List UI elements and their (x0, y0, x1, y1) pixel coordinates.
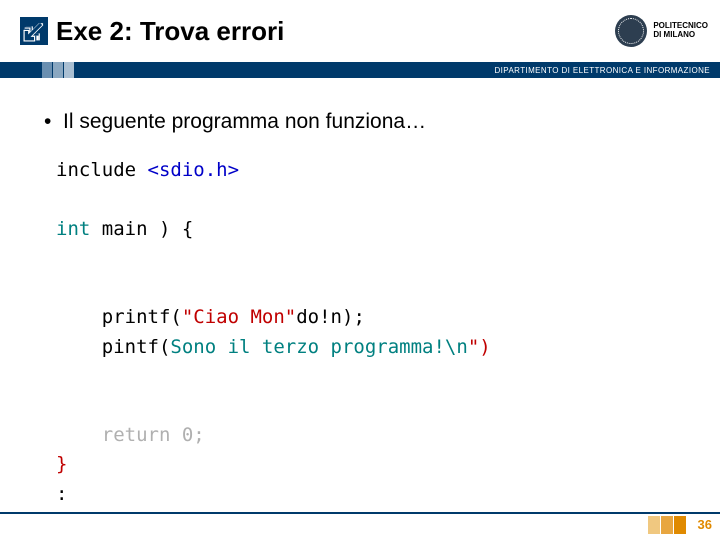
code-l2d: { (170, 218, 193, 240)
code-l4a: pintf( (56, 336, 170, 358)
footer-decor-icon (648, 516, 686, 534)
arrow-down-left-icon (20, 17, 48, 45)
code-l1b: <sdio.h> (148, 159, 240, 181)
code-l4c: ") (468, 336, 491, 358)
code-l5c: ; (193, 424, 204, 446)
university-logo: POLITECNICO DI MILANO (615, 15, 708, 47)
code-l1a: include (56, 159, 148, 181)
code-l3c: do!n (296, 306, 342, 328)
code-l3b: "Ciao Mon" (182, 306, 296, 328)
slide-header: Exe 2: Trova errori POLITECNICO DI MILAN… (0, 0, 720, 62)
code-l3d: ); (342, 306, 365, 328)
slide-body: • Il seguente programma non funziona… in… (0, 78, 720, 509)
code-l2b: main (90, 218, 159, 240)
code-l3a: printf( (56, 306, 182, 328)
strip-decor-icon (42, 62, 74, 78)
code-l5b: 0 (182, 424, 193, 446)
code-block: include <sdio.h> int main ) { printf("Ci… (56, 156, 692, 509)
code-l2a: int (56, 218, 90, 240)
code-l6: } (56, 453, 67, 475)
code-l7: : (56, 483, 67, 505)
logo-seal-icon (615, 15, 647, 47)
header-strip: DIPARTIMENTO DI ELETTRONICA E INFORMAZIO… (0, 62, 720, 78)
code-l2c: ) (159, 218, 170, 240)
code-l4b: Sono il terzo programma!\n (170, 336, 467, 358)
page-number: 36 (698, 517, 712, 532)
footer-divider (0, 512, 720, 514)
slide-footer: 36 (0, 512, 720, 540)
code-l5a: return (56, 424, 182, 446)
department-label: DIPARTIMENTO DI ELETTRONICA E INFORMAZIO… (495, 66, 711, 75)
slide-title: Exe 2: Trova errori (56, 16, 615, 47)
bullet-content: Il seguente programma non funziona… (63, 110, 426, 133)
logo-line2: DI MILANO (653, 31, 708, 40)
bullet-text: • Il seguente programma non funziona… (44, 110, 692, 134)
logo-text: POLITECNICO DI MILANO (653, 22, 708, 40)
